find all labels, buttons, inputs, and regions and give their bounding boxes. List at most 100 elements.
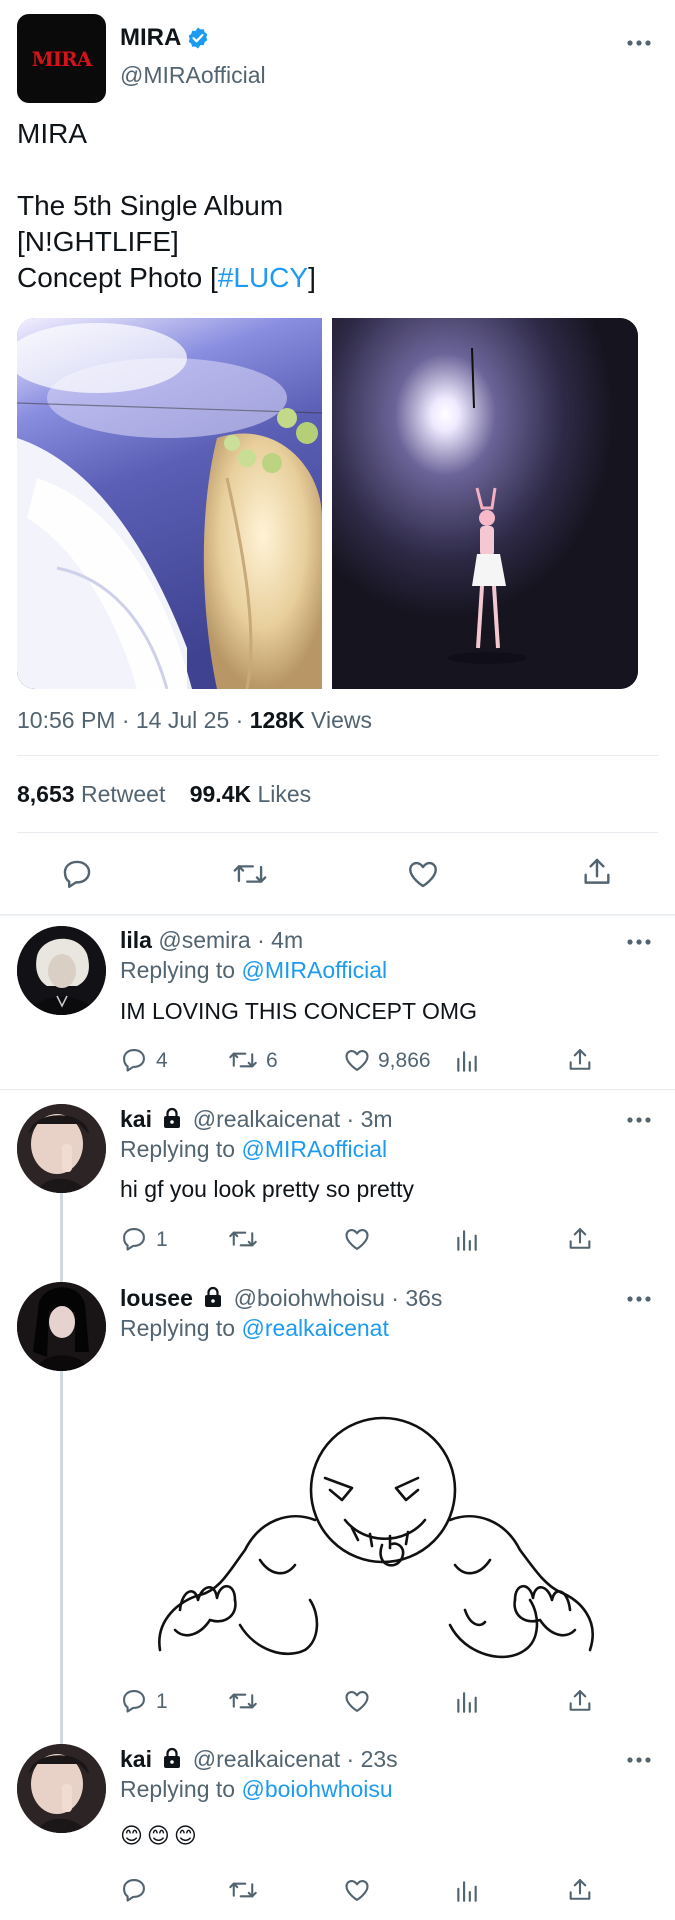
likes-count: 99.4K — [189, 781, 252, 807]
tweet-text-line-4: Concept Photo [#LUCY] — [17, 262, 316, 294]
retweet-icon[interactable] — [232, 857, 268, 891]
like-icon[interactable] — [342, 1687, 372, 1715]
author-handle[interactable]: @MIRAofficial — [120, 62, 266, 89]
reply-icon[interactable] — [120, 1876, 148, 1904]
reply-text: 😊😊😊 — [120, 1823, 201, 1848]
reply-text: hi gf you look pretty so pretty — [120, 1176, 415, 1202]
divider — [0, 914, 675, 916]
share-icon[interactable] — [580, 855, 614, 889]
replying-to: Replying to @boiohwhoisu — [120, 1776, 393, 1803]
tweet-meta: 10:56 PM · 14 Jul 25 · 128K Views — [17, 707, 372, 734]
like-icon[interactable] — [342, 1225, 372, 1253]
reply-time: · 36s — [391, 1285, 443, 1311]
doodle-image[interactable] — [120, 1360, 620, 1680]
analytics-icon[interactable] — [454, 1048, 480, 1074]
timestamp[interactable]: 10:56 PM · 14 Jul 25 · — [17, 707, 250, 733]
retweet-count: 6 — [266, 1049, 278, 1072]
avatar[interactable] — [17, 1282, 106, 1371]
avatar[interactable] — [17, 1104, 106, 1193]
tweet-text-line-1: MIRA — [17, 118, 87, 149]
avatar[interactable] — [17, 926, 106, 1015]
reply-count: 1 — [156, 1690, 168, 1713]
replying-to-link[interactable]: @MIRAofficial — [241, 957, 387, 983]
more-options-icon[interactable] — [626, 1755, 652, 1765]
reply-header: kai @realkaicenat · 23s — [120, 1746, 398, 1773]
reply-count: 4 — [156, 1049, 168, 1072]
tweet-text-line-2: The 5th Single Album — [17, 190, 284, 221]
analytics-icon[interactable] — [454, 1689, 480, 1715]
avatar[interactable] — [17, 1744, 106, 1833]
share-icon[interactable] — [566, 1687, 594, 1715]
reply-header: kai @realkaicenat · 3m — [120, 1106, 393, 1133]
reply-text: IM LOVING THIS CONCEPT OMG — [120, 998, 477, 1024]
reply-author-handle[interactable]: @boiohwhoisu — [234, 1285, 385, 1311]
reply-icon[interactable] — [120, 1225, 148, 1253]
replying-prefix: Replying to — [120, 1776, 242, 1802]
reply-time: · 23s — [346, 1746, 398, 1772]
reply-icon[interactable] — [120, 1046, 148, 1074]
views-label: Views — [304, 707, 372, 733]
analytics-icon[interactable] — [454, 1227, 480, 1253]
lock-icon — [162, 1747, 182, 1769]
replying-to-link[interactable]: @MIRAofficial — [241, 1136, 387, 1162]
lock-icon — [162, 1107, 182, 1129]
like-count: 9,866 — [378, 1049, 431, 1072]
reply-author-name[interactable]: kai — [120, 1746, 152, 1772]
reply-time: · 4m — [257, 927, 304, 953]
replying-to: Replying to @MIRAofficial — [120, 957, 387, 984]
reply-header: lousee @boiohwhoisu · 36s — [120, 1285, 442, 1312]
replying-prefix: Replying to — [120, 1315, 242, 1341]
replying-to-link[interactable]: @boiohwhoisu — [241, 1776, 392, 1802]
author-name[interactable]: MIRA — [120, 24, 181, 52]
verified-badge-icon — [186, 26, 210, 50]
more-options-icon[interactable] — [626, 1115, 652, 1125]
hashtag-link[interactable]: #LUCY — [218, 262, 308, 293]
reply-author-name[interactable]: kai — [120, 1106, 152, 1132]
reply-author-name[interactable]: lousee — [120, 1285, 193, 1311]
concept-photo-2[interactable] — [332, 318, 638, 689]
share-icon[interactable] — [566, 1876, 594, 1904]
like-icon[interactable] — [342, 1046, 372, 1074]
retweet-icon[interactable] — [228, 1687, 258, 1715]
thread-line — [60, 1193, 63, 1748]
reply-author-name[interactable]: lila — [120, 927, 152, 953]
more-options-icon[interactable] — [626, 38, 652, 48]
views-count: 128K — [249, 707, 305, 733]
retweets-stat[interactable]: 8,653 Retweet — [17, 781, 172, 807]
mira-logo-avatar[interactable]: MIRA — [17, 14, 106, 103]
retweet-icon[interactable] — [228, 1876, 258, 1904]
replying-prefix: Replying to — [120, 1136, 242, 1162]
like-icon[interactable] — [405, 857, 441, 891]
reply-icon[interactable] — [120, 1687, 148, 1715]
concept-photo-1[interactable] — [17, 318, 322, 689]
reply-header: lila @semira · 4m — [120, 927, 303, 954]
reply-author-handle[interactable]: @realkaicenat — [193, 1106, 340, 1132]
like-icon[interactable] — [342, 1876, 372, 1904]
reply-count: 1 — [156, 1228, 168, 1251]
retweet-icon[interactable] — [228, 1225, 258, 1253]
engagement-stats: 8,653 Retweet 99.4K Likes — [17, 781, 311, 808]
line4-suffix: ] — [308, 262, 316, 293]
divider — [17, 832, 658, 833]
replying-to: Replying to @realkaicenat — [120, 1315, 389, 1342]
retweets-count: 8,653 — [17, 781, 75, 807]
lock-icon — [203, 1286, 223, 1308]
analytics-icon[interactable] — [454, 1878, 480, 1904]
retweets-label: Retweet — [80, 781, 166, 807]
reply-icon[interactable] — [60, 857, 94, 891]
replying-to-link[interactable]: @realkaicenat — [241, 1315, 388, 1341]
reply-author-handle[interactable]: @semira — [158, 927, 250, 953]
replying-to: Replying to @MIRAofficial — [120, 1136, 387, 1163]
more-options-icon[interactable] — [626, 1294, 652, 1304]
share-icon[interactable] — [566, 1225, 594, 1253]
more-options-icon[interactable] — [626, 937, 652, 947]
likes-label: Likes — [257, 781, 312, 807]
share-icon[interactable] — [566, 1046, 594, 1074]
likes-stat[interactable]: 99.4K Likes — [190, 781, 311, 807]
divider — [17, 755, 658, 756]
reply-author-handle[interactable]: @realkaicenat — [193, 1746, 340, 1772]
logo-text: MIRA — [31, 47, 93, 71]
line4-prefix: Concept Photo [ — [17, 262, 218, 293]
retweet-icon[interactable] — [228, 1046, 258, 1074]
replying-prefix: Replying to — [120, 957, 242, 983]
